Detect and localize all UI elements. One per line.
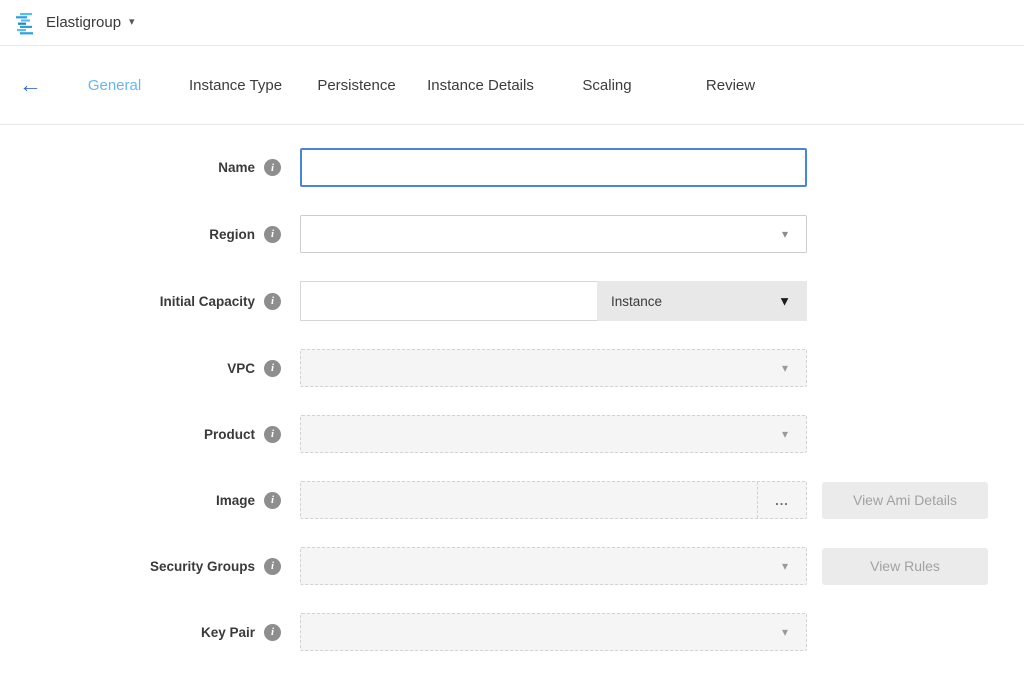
chevron-down-icon: ▾: [782, 560, 788, 572]
tab-instance-type[interactable]: Instance Type: [175, 77, 296, 94]
product-label: Product: [204, 427, 255, 442]
product-info-icon[interactable]: i: [264, 426, 281, 443]
key-pair-row: Key Pair i ▾: [0, 613, 1024, 651]
back-arrow-icon[interactable]: ←: [19, 74, 42, 97]
vpc-row: VPC i ▾: [0, 349, 1024, 387]
general-settings-form: Name i Region i ▾ Initial Capacity i: [0, 125, 1024, 651]
key-pair-info-icon[interactable]: i: [264, 624, 281, 641]
region-row: Region i ▾: [0, 215, 1024, 253]
region-label: Region: [209, 227, 255, 242]
chevron-down-icon: ▾: [782, 362, 788, 374]
tab-review[interactable]: Review: [670, 77, 791, 94]
vpc-info-icon[interactable]: i: [264, 360, 281, 377]
name-row: Name i: [0, 148, 1024, 187]
wizard-tabs: General Instance Type Persistence Instan…: [54, 77, 791, 94]
app-switcher-caret-icon[interactable]: ▾: [129, 17, 135, 28]
region-select[interactable]: ▾: [300, 215, 807, 253]
product-row: Product i ▾: [0, 415, 1024, 453]
initial-capacity-label: Initial Capacity: [160, 294, 255, 309]
image-browse-button[interactable]: ...: [757, 482, 806, 518]
chevron-down-icon: ▼: [778, 295, 791, 308]
name-input[interactable]: [300, 148, 807, 187]
image-input: ...: [300, 481, 807, 519]
chevron-down-icon: ▾: [782, 428, 788, 440]
vpc-label: VPC: [227, 361, 255, 376]
product-select: ▾: [300, 415, 807, 453]
chevron-down-icon: ▾: [782, 626, 788, 638]
key-pair-select: ▾: [300, 613, 807, 651]
tab-general[interactable]: General: [54, 77, 175, 94]
top-bar: Elastigroup ▾: [0, 0, 1024, 46]
security-groups-select: ▾: [300, 547, 807, 585]
security-groups-row: Security Groups i ▾ View Rules: [0, 547, 1024, 585]
initial-capacity-input[interactable]: [300, 281, 597, 321]
image-row: Image i ... View Ami Details: [0, 481, 1024, 519]
security-groups-info-icon[interactable]: i: [264, 558, 281, 575]
region-info-icon[interactable]: i: [264, 226, 281, 243]
tab-instance-details[interactable]: Instance Details: [417, 77, 544, 94]
image-info-icon[interactable]: i: [264, 492, 281, 509]
capacity-unit-value: Instance: [611, 294, 662, 309]
initial-capacity-row: Initial Capacity i Instance ▼: [0, 281, 1024, 321]
tab-scaling[interactable]: Scaling: [544, 77, 670, 94]
wizard-tab-bar: ← General Instance Type Persistence Inst…: [0, 46, 1024, 125]
app-title: Elastigroup: [46, 14, 121, 31]
chevron-down-icon: ▾: [782, 228, 788, 240]
vpc-select: ▾: [300, 349, 807, 387]
view-rules-button[interactable]: View Rules: [822, 548, 988, 585]
tab-persistence[interactable]: Persistence: [296, 77, 417, 94]
capacity-unit-select[interactable]: Instance ▼: [597, 281, 807, 321]
name-label: Name: [218, 160, 255, 175]
key-pair-label: Key Pair: [201, 625, 255, 640]
name-info-icon[interactable]: i: [264, 159, 281, 176]
image-label: Image: [216, 493, 255, 508]
view-ami-details-button[interactable]: View Ami Details: [822, 482, 988, 519]
elastigroup-logo-icon: [14, 11, 38, 35]
security-groups-label: Security Groups: [150, 559, 255, 574]
initial-capacity-info-icon[interactable]: i: [264, 293, 281, 310]
